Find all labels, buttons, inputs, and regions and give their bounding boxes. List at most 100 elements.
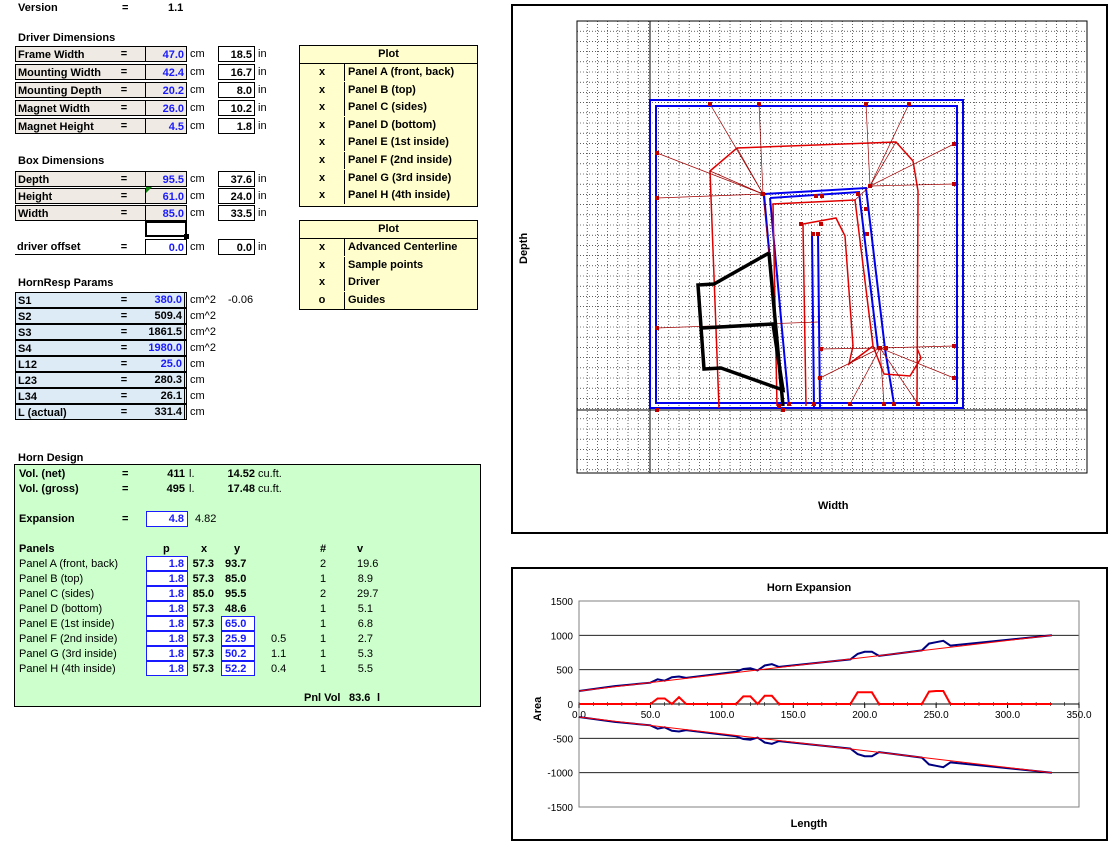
- plot-name: Driver: [348, 276, 380, 289]
- sample-point-marker: [952, 344, 956, 348]
- driver-dimensions-title: Driver Dimensions: [18, 32, 116, 44]
- panel-x: 85.0: [192, 588, 214, 600]
- plot-mark[interactable]: x: [300, 134, 345, 152]
- hornresp-unit: cm^2: [190, 326, 216, 338]
- panel-name: Panel H (4th inside): [19, 663, 116, 675]
- plot-row[interactable]: x Panel E (1st inside): [300, 134, 477, 152]
- plot-row[interactable]: x Sample points: [300, 256, 477, 274]
- plot-row[interactable]: x Panel F (2nd inside): [300, 152, 477, 169]
- panel-p-input[interactable]: 1.8: [146, 646, 188, 661]
- series-line-2: [579, 690, 1052, 706]
- plot-options-header: Plot: [300, 221, 477, 239]
- plot-mark[interactable]: x: [300, 64, 345, 81]
- plot-mark[interactable]: x: [300, 274, 345, 292]
- x-tick-label: 0.0: [572, 710, 586, 721]
- plot-row[interactable]: x Panel G (3rd inside): [300, 169, 477, 187]
- dim-in-unit: in: [258, 66, 267, 78]
- panel-p-input[interactable]: 1.8: [146, 571, 188, 586]
- panel-y-input[interactable]: 65.0: [221, 616, 255, 631]
- sample-point-marker: [819, 347, 823, 351]
- panel-y-input[interactable]: 52.2: [221, 661, 255, 676]
- plot-row[interactable]: x Panel A (front, back): [300, 64, 477, 81]
- hornresp-value[interactable]: 25.0: [140, 356, 185, 372]
- dim-cm-unit: cm: [190, 173, 205, 185]
- hornresp-extra: [228, 372, 258, 388]
- panel-v: 6.8: [357, 618, 373, 630]
- hornresp-value[interactable]: 1980.0: [140, 340, 185, 356]
- plot-row[interactable]: o Guides: [300, 291, 477, 309]
- panel-p-input[interactable]: 1.8: [146, 616, 188, 631]
- plot-mark[interactable]: o: [300, 291, 345, 309]
- plot-row[interactable]: x Driver: [300, 274, 477, 292]
- sample-point-marker: [864, 207, 868, 211]
- plot-row[interactable]: x Panel C (sides): [300, 99, 477, 117]
- dim-in-unit: in: [258, 48, 267, 60]
- plot-row[interactable]: x Panel B (top): [300, 81, 477, 99]
- hornresp-value[interactable]: 380.0: [140, 292, 185, 308]
- x-tick-label: 300.0: [995, 710, 1020, 721]
- version-eq: =: [122, 2, 129, 14]
- selected-cell[interactable]: [145, 221, 187, 237]
- dim-in-value: 24.0: [218, 188, 255, 204]
- plot-row[interactable]: x Advanced Centerline: [300, 239, 477, 256]
- dim-cm-input[interactable]: 42.4: [145, 64, 187, 80]
- panel-p-input[interactable]: 1.8: [146, 586, 188, 601]
- vol-gross-eq: =: [122, 483, 129, 495]
- cabinet-layout-chart[interactable]: Width Depth: [511, 4, 1108, 534]
- panel-v: 5.1: [357, 603, 373, 615]
- panel-name: Panel D (bottom): [19, 603, 103, 615]
- hornresp-unit: cm^2: [190, 342, 216, 354]
- dim-cm-input[interactable]: 4.5: [145, 118, 187, 134]
- plot-mark[interactable]: x: [300, 152, 345, 169]
- hornresp-unit: cm: [190, 390, 205, 402]
- dim-cm-input[interactable]: 20.2: [145, 82, 187, 98]
- sample-point-marker: [655, 408, 659, 412]
- vol-net-cuft: 14.52: [227, 468, 255, 480]
- dim-cm-input[interactable]: 26.0: [145, 100, 187, 116]
- horn-design-box: Vol. (net) = 411 l. 14.52 cu.ft. Vol. (g…: [14, 464, 481, 707]
- horn-expansion-chart[interactable]: Horn Expansion 1500 1000 500 0 -500 -1000 -1500…: [511, 567, 1108, 841]
- sample-point-marker: [757, 102, 761, 106]
- sample-point-marker: [882, 402, 886, 406]
- panel-p-input[interactable]: 1.8: [146, 556, 188, 571]
- plot-row[interactable]: x Panel D (bottom): [300, 116, 477, 134]
- dim-eq: =: [120, 102, 128, 114]
- panel-v: 2.7: [357, 633, 373, 645]
- panel-p-input[interactable]: 1.8: [146, 661, 188, 676]
- plot-name: Panel E (1st inside): [348, 136, 449, 149]
- y-tick-label: -500: [553, 734, 573, 745]
- plot-mark[interactable]: x: [300, 187, 345, 205]
- pnl-vol-unit: l: [377, 692, 381, 704]
- plot-mark[interactable]: x: [300, 99, 345, 117]
- plot-row[interactable]: x Panel H (4th inside): [300, 187, 477, 205]
- plot-mark[interactable]: x: [300, 239, 345, 256]
- panel-y: 95.5: [225, 588, 247, 600]
- layout-ylabel: Depth: [518, 232, 530, 264]
- offset-cm-input[interactable]: 0.0: [145, 239, 187, 255]
- panel-p-input[interactable]: 1.8: [146, 631, 188, 646]
- dim-cm-input[interactable]: 95.5: [145, 171, 187, 187]
- panel-x: 57.3: [192, 648, 214, 660]
- plot-mark[interactable]: x: [300, 169, 345, 187]
- sample-point-marker: [655, 326, 659, 330]
- dim-cm-input[interactable]: 47.0: [145, 46, 187, 62]
- panel-count: 1: [320, 663, 327, 675]
- dim-cm-input[interactable]: 85.0: [145, 205, 187, 221]
- sample-point-marker: [787, 402, 791, 406]
- plot-mark[interactable]: x: [300, 256, 345, 274]
- panel-y-input[interactable]: 50.2: [221, 646, 255, 661]
- panel-name: Panel E (1st inside): [19, 618, 115, 630]
- vol-gross-cuft: 17.48: [227, 483, 255, 495]
- dim-cm-unit: cm: [190, 84, 205, 96]
- hornresp-eq: =: [120, 374, 128, 386]
- panel-p-input[interactable]: 1.8: [146, 601, 188, 616]
- sample-point-marker: [916, 402, 920, 406]
- plot-mark[interactable]: x: [300, 116, 345, 134]
- panel-x: 57.3: [192, 573, 214, 585]
- expansion-input[interactable]: 4.8: [146, 511, 188, 527]
- panel-y-input[interactable]: 25.9: [221, 631, 255, 646]
- panel-name: Panel C (sides): [19, 588, 95, 600]
- plot-mark[interactable]: x: [300, 81, 345, 99]
- panel-x: 57.3: [192, 618, 214, 630]
- offset-in-unit: in: [258, 241, 267, 253]
